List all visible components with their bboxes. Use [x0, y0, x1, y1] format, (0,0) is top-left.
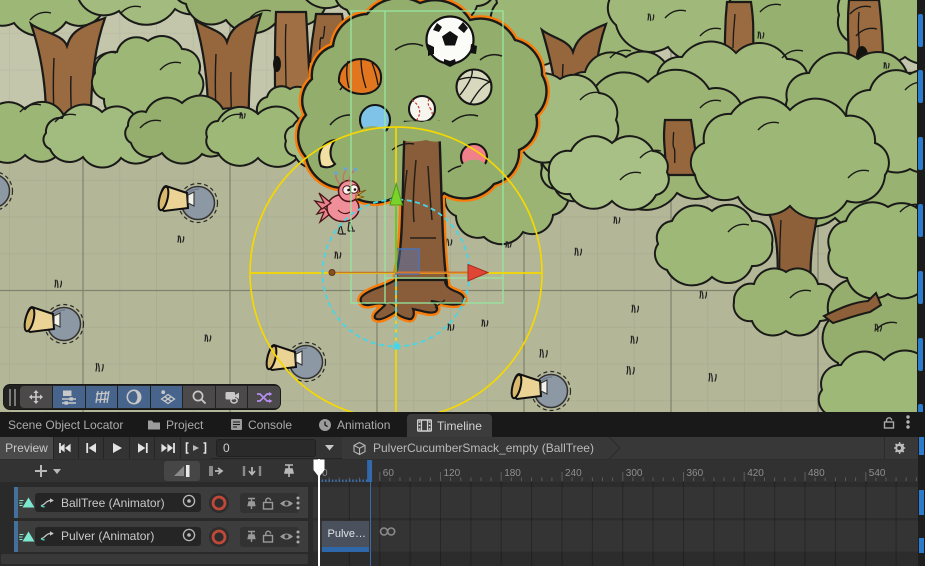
svg-text:120: 120	[444, 468, 461, 479]
svg-text:540: 540	[869, 468, 886, 479]
svg-text:480: 480	[808, 468, 825, 479]
svg-text:240: 240	[565, 468, 582, 479]
svg-text:180: 180	[504, 468, 521, 479]
svg-text:300: 300	[626, 468, 643, 479]
svg-text:60: 60	[383, 468, 395, 479]
svg-text:420: 420	[747, 468, 764, 479]
svg-text:360: 360	[687, 468, 704, 479]
